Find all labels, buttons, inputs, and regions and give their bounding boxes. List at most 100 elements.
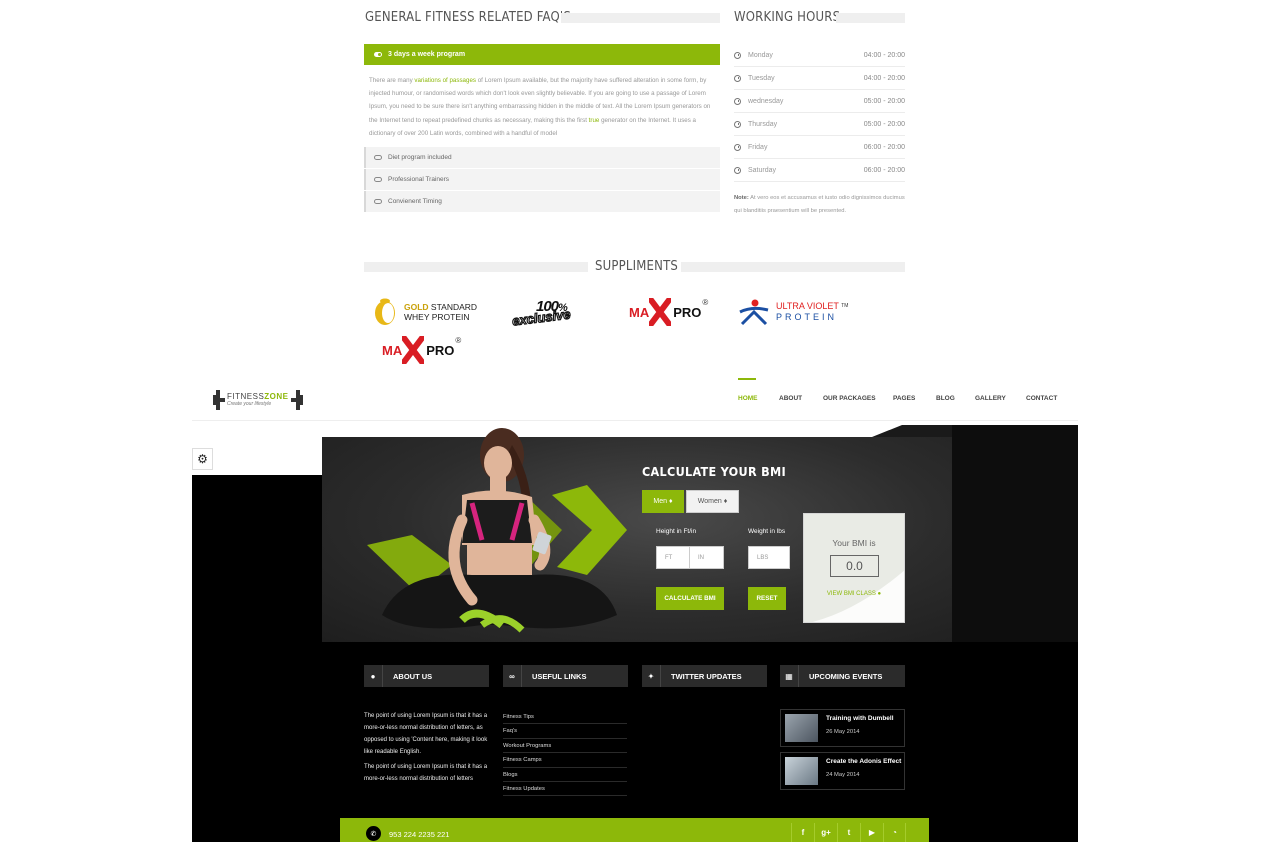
event-title[interactable]: Training with Dumbell — [826, 715, 894, 722]
bmi-title: CALCULATE YOUR BMI — [642, 464, 786, 479]
footer-events-heading: ▦ UPCOMING EVENTS — [780, 665, 905, 687]
faq-answer-text: There are many variations of passages of… — [369, 74, 717, 140]
fitness-model-image — [382, 428, 617, 633]
bmi-result-label: Your BMI is — [832, 538, 876, 548]
event-card[interactable]: Create the Adonis Effect 24 May 2014 — [780, 752, 905, 790]
nav-blog[interactable]: BLOG — [936, 395, 955, 402]
faq-item-active[interactable]: 3 days a week program — [364, 44, 720, 65]
toggle-icon — [374, 155, 382, 160]
toggle-icon — [374, 177, 382, 182]
nav-our-packages[interactable]: OUR PACKAGES — [823, 395, 876, 402]
maxpro-logo[interactable]: MA PRO ® — [629, 298, 708, 326]
google-plus-icon[interactable]: g+ — [814, 823, 837, 842]
nav-pages[interactable]: PAGES — [893, 395, 915, 402]
male-icon: ♦ — [669, 498, 673, 505]
clock-icon — [734, 51, 741, 59]
tab-men[interactable]: Men ♦ — [642, 490, 684, 513]
heading-label: USEFUL LINKS — [532, 671, 587, 681]
hours-time: 05:00 - 20:00 — [863, 97, 905, 105]
height-ft-input[interactable]: FT — [656, 546, 690, 569]
faq-item-label: Diet program included — [388, 154, 452, 161]
maxpro-logo-2[interactable]: MA PRO ® — [382, 336, 461, 364]
hours-row: Tuesday 04:00 - 20:00 — [734, 67, 905, 90]
footer — [192, 642, 1078, 842]
hours-row: wednesday 05:00 - 20:00 — [734, 90, 905, 113]
rss-icon[interactable]: ◔ — [883, 823, 906, 842]
footer-link-fitness-tips[interactable]: Fitness Tips — [503, 710, 627, 725]
faq-title-bar — [561, 13, 720, 23]
brand-logo[interactable]: FITNESSZONE Create your lifestyle — [213, 388, 303, 412]
heading-label: ABOUT US — [393, 671, 433, 681]
dumbbell-right-icon — [291, 390, 303, 410]
heading-label: UPCOMING EVENTS — [809, 671, 883, 681]
hero-left-dark — [192, 475, 322, 642]
youtube-icon[interactable]: ▶ — [860, 823, 883, 842]
hours-row: Monday 04:00 - 20:00 — [734, 44, 905, 67]
faq-item-label: Professional Trainers — [388, 176, 450, 183]
footer-link-fitness-camps[interactable]: Fitness Camps — [503, 753, 627, 768]
settings-gear-button[interactable]: ⚙ — [192, 448, 213, 470]
nav-active-indicator — [738, 378, 756, 380]
faq-title: GENERAL FITNESS RELATED FAQ'S — [365, 10, 571, 25]
gear-icon: ⚙ — [197, 452, 208, 466]
gold-standard-line1: GOLD STANDARD — [404, 302, 477, 312]
faq-link[interactable]: true — [589, 117, 600, 124]
header-divider — [192, 420, 1078, 421]
footer-link-blogs[interactable]: Blogs — [503, 768, 627, 782]
hours-row: Thursday 05:00 - 20:00 — [734, 113, 905, 136]
hours-time: 04:00 - 20:00 — [863, 51, 905, 59]
calendar-icon: ▦ — [780, 665, 799, 687]
bmi-result-value: 0.0 — [830, 555, 879, 577]
faq-item-label: Convienent Timing — [388, 198, 442, 205]
facebook-icon[interactable]: f — [791, 823, 814, 842]
logo-text: TM — [841, 303, 849, 309]
faq-link[interactable]: variations of passages — [414, 77, 476, 84]
tab-men-label: Men — [653, 498, 668, 505]
dumbbell-left-icon — [213, 390, 225, 410]
faq-text-part: There are many — [369, 77, 415, 84]
footer-twitter-heading: ✦ TWITTER UPDATES — [642, 665, 767, 687]
hours-time: 06:00 - 20:00 — [863, 166, 905, 174]
gold-standard-emblem-icon — [375, 298, 395, 325]
about-paragraph-2: The point of using Lorem Ipsum is that i… — [364, 764, 488, 782]
height-in-input[interactable]: IN — [689, 546, 724, 569]
clock-icon — [734, 143, 741, 151]
calculate-bmi-button[interactable]: CALCULATE BMI — [656, 587, 724, 610]
heading-label: TWITTER UPDATES — [671, 671, 742, 681]
logo-text: VIOLET — [804, 301, 839, 311]
nav-home[interactable]: HOME — [738, 395, 758, 402]
nav-contact[interactable]: CONTACT — [1026, 395, 1057, 402]
tab-women[interactable]: Women ♦ — [686, 490, 739, 513]
toggle-icon — [374, 199, 382, 204]
hours-day: Thursday — [748, 120, 778, 128]
suppliments-bar-right — [681, 262, 905, 272]
reset-button[interactable]: RESET — [748, 587, 786, 610]
exclusive-logo[interactable]: 100% exclusive — [511, 298, 588, 329]
ultra-violet-line2: PROTEIN — [776, 312, 838, 322]
weight-lbs-input[interactable]: LBS — [748, 546, 790, 569]
female-icon: ♦ — [723, 498, 728, 505]
hours-day: Saturday — [748, 166, 777, 174]
gold-standard-logo[interactable]: GOLD STANDARD WHEY PROTEIN — [372, 297, 477, 327]
footer-link-faqs[interactable]: Faq's — [503, 724, 627, 739]
event-card[interactable]: Training with Dumbell 26 May 2014 — [780, 709, 905, 747]
footer-phone: 953 224 2235 221 — [389, 830, 450, 839]
view-bmi-class-link[interactable]: VIEW BMI CLASS ● — [804, 591, 904, 597]
clock-icon — [734, 74, 741, 82]
hours-time: 06:00 - 20:00 — [863, 143, 905, 151]
nav-about[interactable]: ABOUT — [779, 395, 802, 402]
faq-item-diet[interactable]: Diet program included — [364, 147, 720, 168]
footer-link-fitness-updates[interactable]: Fitness Updates — [503, 782, 627, 797]
brand-name-a: FITNESS — [227, 392, 265, 401]
nav-gallery[interactable]: GALLERY — [975, 395, 1006, 402]
logo-text: STANDARD — [428, 302, 478, 312]
clock-icon — [734, 120, 741, 128]
hours-time: 05:00 - 20:00 — [863, 120, 905, 128]
faq-item-timing[interactable]: Convienent Timing — [364, 191, 720, 212]
twitter-icon[interactable]: t — [837, 823, 860, 842]
ultra-violet-logo[interactable]: ULTRA VIOLET TM PROTEIN — [738, 298, 848, 326]
faq-item-trainers[interactable]: Professional Trainers — [364, 169, 720, 190]
event-title[interactable]: Create the Adonis Effect — [826, 758, 901, 765]
gold-standard-line2: WHEY PROTEIN — [404, 312, 470, 322]
footer-link-workout-programs[interactable]: Workout Programs — [503, 739, 627, 754]
